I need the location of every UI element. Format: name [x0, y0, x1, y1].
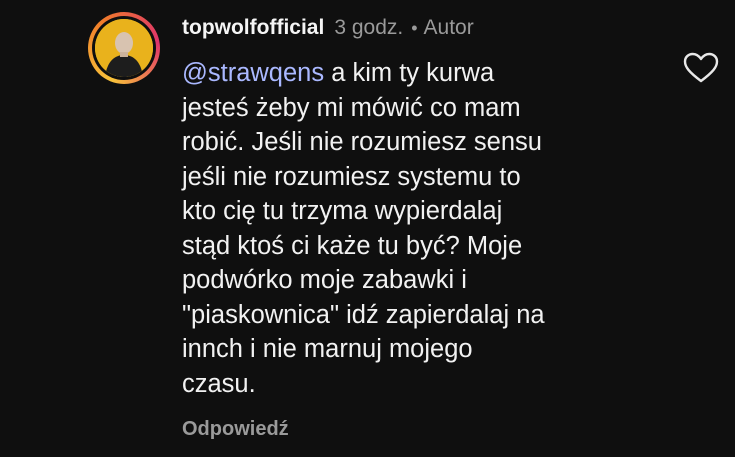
reply-button[interactable]: Odpowiedź: [182, 418, 289, 441]
comment-line: stąd ktoś ci każe tu być? Moje: [182, 231, 523, 260]
comment-line: jeśli nie rozumiesz systemu to: [182, 162, 521, 191]
comment-line: robić. Jeśli nie rozumiesz sensu: [182, 128, 542, 156]
comment-line: "piaskownica" idź zapierdalaj na: [182, 300, 545, 329]
comment-line: a kim ty kurwa: [331, 59, 495, 87]
separator-dot: •: [411, 18, 418, 38]
comment-text: @strawqens a kim ty kurwa jesteś żeby mi…: [182, 56, 652, 401]
avatar-story-ring[interactable]: [88, 12, 160, 84]
comment-line: czasu.: [182, 369, 256, 398]
comment-header: topwolfofficial 3 godz. • Autor: [182, 16, 474, 46]
comment: topwolfofficial 3 godz. • Autor @strawqe…: [0, 0, 735, 457]
mention-link[interactable]: @strawqens: [182, 59, 324, 87]
avatar[interactable]: [95, 19, 153, 77]
comment-line: innch i nie marnuj mojego: [182, 335, 473, 363]
username-link[interactable]: topwolfofficial: [182, 16, 324, 40]
heart-outline-icon: [683, 52, 719, 83]
author-badge: Autor: [423, 16, 474, 39]
like-button[interactable]: [683, 52, 719, 84]
comment-line: jesteś żeby mi mówić co mam: [182, 93, 521, 122]
person-silhouette-icon: [95, 19, 153, 77]
comment-line: kto cię tu trzyma wypierdalaj: [182, 197, 503, 225]
timestamp: 3 godz.: [334, 16, 404, 39]
comment-line: podwórko moje zabawki i: [182, 266, 467, 294]
